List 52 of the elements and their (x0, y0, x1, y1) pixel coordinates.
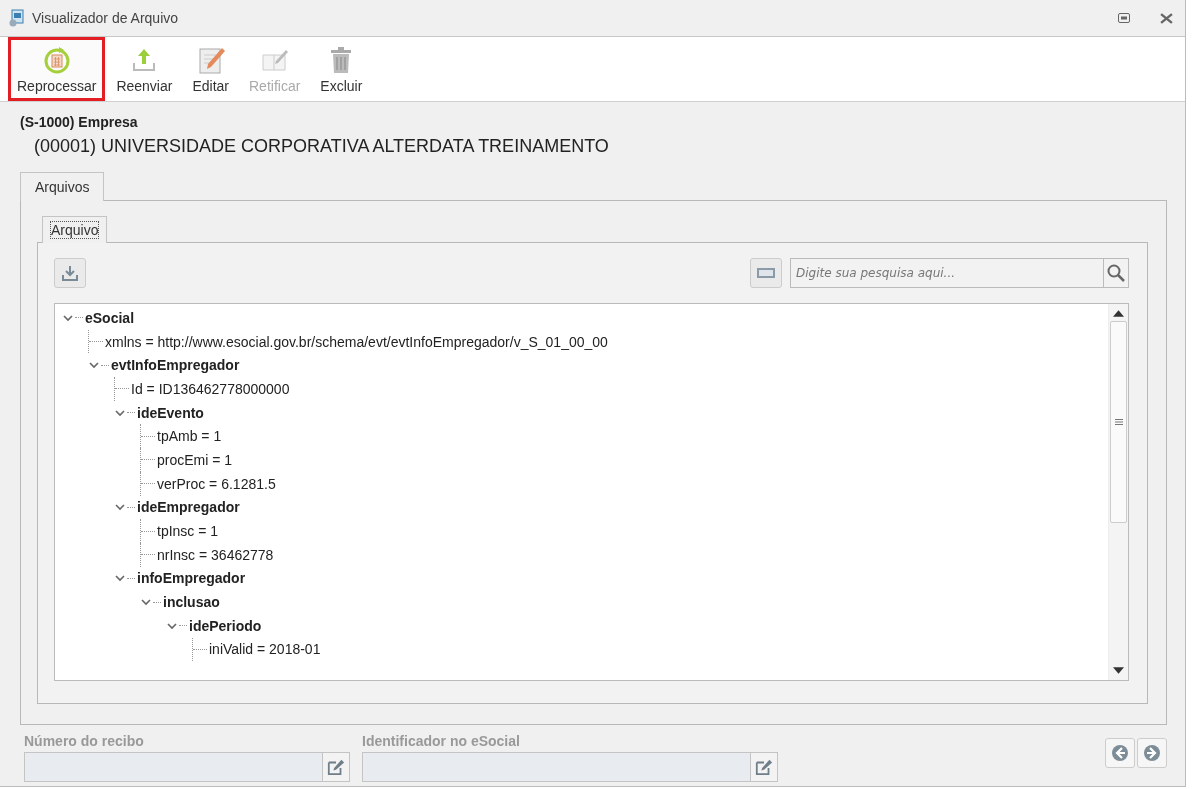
tree-attribute[interactable]: Id = ID136462778000000 (131, 380, 290, 397)
window-title: Visualizador de Arquivo (32, 10, 179, 26)
files-tab[interactable]: Arquivos (20, 172, 105, 201)
chevron-icon[interactable] (63, 312, 73, 323)
previous-button[interactable] (1105, 738, 1135, 768)
field-label: Número do recibo (24, 733, 145, 749)
tree-attribute[interactable]: procEmi = 1 (157, 451, 233, 468)
tree-attribute[interactable]: tpAmb = 1 (157, 428, 222, 445)
tree-attribute[interactable]: iniValid = 2018-01 (209, 641, 321, 658)
tree-node[interactable]: ideEvento (137, 404, 204, 421)
tree-node[interactable]: infoEmpregador (137, 570, 246, 587)
chevron-icon[interactable] (115, 407, 125, 418)
chevron-icon[interactable] (141, 597, 151, 608)
edit-icon[interactable] (750, 753, 777, 781)
tree-attribute[interactable]: nrInsc = 36462778 (157, 546, 274, 563)
tree-node[interactable]: inclusao (163, 594, 220, 611)
company-name: (00001) UNIVERSIDADE CORPORATIVA ALTERDATA TREINAMENTO (34, 136, 610, 157)
xml-icon (756, 266, 776, 280)
chevron-icon[interactable] (89, 360, 99, 371)
edit-icon[interactable] (322, 753, 349, 781)
scroll-up-icon[interactable] (1113, 310, 1124, 317)
tree-node[interactable]: evtInfoEmpregador (111, 357, 240, 374)
next-button[interactable] (1137, 738, 1167, 768)
search-field[interactable]: Digite sua pesquisa aqui... (790, 258, 1103, 288)
scroll-down-icon[interactable] (1113, 667, 1124, 674)
tree-node[interactable]: ideEmpregador (137, 499, 240, 516)
edit-button[interactable]: Editar (183, 37, 238, 101)
window-document-icon (8, 9, 26, 27)
tree-node[interactable]: eSocial (85, 309, 135, 326)
tree-attribute[interactable]: xmlns = http://www.esocial.gov.br/schema/evt/evtInfoEmpregador/v_S_01_00_00 (105, 333, 608, 350)
restore-icon[interactable] (1118, 13, 1130, 23)
file-tab[interactable]: Arquivo (42, 216, 108, 243)
field-label: Identificador no eSocial (362, 733, 521, 749)
tree-attribute[interactable]: tpInsc = 1 (157, 523, 219, 540)
download-icon (60, 263, 80, 283)
chevron-icon[interactable] (115, 502, 125, 513)
input-field[interactable] (24, 752, 350, 782)
search-button[interactable] (1103, 258, 1129, 288)
event-title: (S-1000) Empresa (20, 114, 139, 130)
chevron-icon[interactable] (167, 620, 177, 631)
resend-button[interactable]: Reenviar (107, 37, 182, 101)
close-icon[interactable] (1160, 12, 1173, 24)
input-field[interactable] (362, 752, 778, 782)
tree-attribute[interactable]: verProc = 6.1281.5 (157, 475, 276, 492)
download-button[interactable] (54, 258, 86, 288)
grip-icon (1114, 419, 1123, 425)
tree-node[interactable]: idePeriodo (189, 617, 262, 634)
delete-button[interactable]: Excluir (311, 37, 372, 101)
reprocess-button[interactable]: Reprocessar (8, 37, 106, 101)
chevron-icon[interactable] (115, 573, 125, 584)
scrollbar[interactable] (1108, 304, 1128, 680)
search-icon (1106, 263, 1126, 283)
